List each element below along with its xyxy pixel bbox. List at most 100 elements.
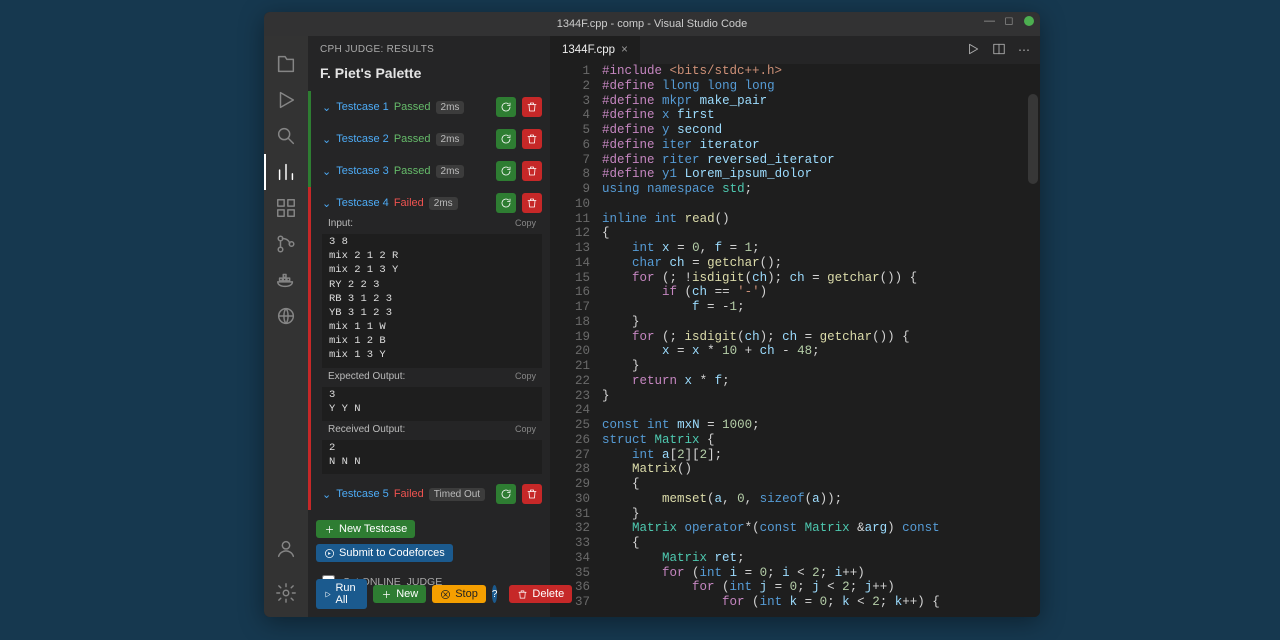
copy-input-button[interactable]: Copy <box>515 218 536 229</box>
received-body[interactable]: 2 N N N <box>323 441 541 473</box>
copy-received-button[interactable]: Copy <box>515 424 536 435</box>
delete-testcase-button[interactable] <box>522 97 542 117</box>
code-content[interactable]: #define riter reversed_iterator <box>602 153 1040 168</box>
editor-scrollbar[interactable] <box>1028 94 1038 184</box>
delete-testcase-button[interactable] <box>522 129 542 149</box>
code-content[interactable]: for (; !isdigit(ch); ch = getchar()) { <box>602 271 1040 286</box>
code-content[interactable]: const int mxN = 1000; <box>602 418 1040 433</box>
copy-expected-button[interactable]: Copy <box>515 371 536 382</box>
cph-judge-icon[interactable] <box>264 154 308 190</box>
code-content[interactable]: if (ch == '-') <box>602 285 1040 300</box>
code-content[interactable]: for (int i = 0; i < 2; i++) <box>602 566 1040 581</box>
close-icon[interactable] <box>1024 16 1034 26</box>
source-control-icon[interactable] <box>264 226 308 262</box>
testcase-label[interactable]: Testcase 3 <box>336 165 389 177</box>
accounts-icon[interactable] <box>264 531 308 567</box>
rerun-testcase-button[interactable] <box>496 161 516 181</box>
code-content[interactable]: inline int read() <box>602 212 1040 227</box>
code-editor[interactable]: 1#include <bits/stdc++.h>2#define llong … <box>550 64 1040 617</box>
code-content[interactable]: char ch = getchar(); <box>602 256 1040 271</box>
delete-testcase-button[interactable] <box>522 484 542 504</box>
code-content[interactable]: struct Matrix { <box>602 433 1040 448</box>
code-content[interactable]: #define x first <box>602 108 1040 123</box>
code-content[interactable]: for (int j = 0; j < 2; j++) <box>602 580 1040 595</box>
code-content[interactable]: return x * f; <box>602 374 1040 389</box>
maximize-icon[interactable]: ◻ <box>1004 16 1014 26</box>
code-content[interactable]: int a[2][2]; <box>602 448 1040 463</box>
delete-testcase-button[interactable] <box>522 161 542 181</box>
line-number: 34 <box>550 551 602 566</box>
testcase-label[interactable]: Testcase 1 <box>336 101 389 113</box>
code-content[interactable]: #define iter iterator <box>602 138 1040 153</box>
code-content[interactable]: { <box>602 477 1040 492</box>
new-button[interactable]: New <box>373 585 426 603</box>
code-line: 37 for (int k = 0; k < 2; k++) { <box>550 595 1040 610</box>
rerun-testcase-button[interactable] <box>496 97 516 117</box>
testcase-timing: 2ms <box>436 101 465 114</box>
more-actions-icon[interactable]: ⋯ <box>1018 43 1030 57</box>
docker-icon[interactable] <box>264 262 308 298</box>
code-content[interactable]: } <box>602 389 1040 404</box>
extensions-icon[interactable] <box>264 190 308 226</box>
code-content[interactable]: f = -1; <box>602 300 1040 315</box>
rerun-testcase-button[interactable] <box>496 129 516 149</box>
code-content[interactable]: Matrix() <box>602 462 1040 477</box>
run-code-icon[interactable] <box>966 42 980 59</box>
chevron-down-icon[interactable]: ⌄ <box>322 133 331 146</box>
code-line: 6#define iter iterator <box>550 138 1040 153</box>
code-line: 11inline int read() <box>550 212 1040 227</box>
code-content[interactable]: int x = 0, f = 1; <box>602 241 1040 256</box>
tab-1344f[interactable]: 1344F.cpp × <box>550 36 641 64</box>
run-icon[interactable] <box>264 82 308 118</box>
chevron-down-icon[interactable]: ⌄ <box>322 101 331 114</box>
chevron-down-icon[interactable]: ⌄ <box>322 165 331 178</box>
expected-body[interactable]: 3 Y Y N <box>323 388 541 420</box>
code-content[interactable] <box>602 197 1040 212</box>
code-content[interactable]: using namespace std; <box>602 182 1040 197</box>
split-editor-icon[interactable] <box>992 42 1006 59</box>
code-content[interactable]: { <box>602 536 1040 551</box>
code-content[interactable]: } <box>602 359 1040 374</box>
testcase-label[interactable]: Testcase 4 <box>336 197 389 209</box>
chevron-down-icon[interactable]: ⌄ <box>322 488 331 501</box>
run-all-button[interactable]: Run All <box>316 579 367 609</box>
code-content[interactable]: for (; isdigit(ch); ch = getchar()) { <box>602 330 1040 345</box>
submit-codeforces-button[interactable]: Submit to Codeforces <box>316 544 453 562</box>
code-content[interactable]: } <box>602 507 1040 522</box>
stop-button[interactable]: Stop <box>432 585 486 603</box>
new-testcase-button[interactable]: New Testcase <box>316 520 415 538</box>
help-button[interactable]: ? <box>492 585 498 603</box>
delete-testcase-button[interactable] <box>522 193 542 213</box>
input-body[interactable]: 3 8 mix 2 1 2 R mix 2 1 3 Y RY 2 2 3 RB … <box>323 235 541 367</box>
code-content[interactable]: #define y second <box>602 123 1040 138</box>
explorer-icon[interactable] <box>264 46 308 82</box>
code-content[interactable]: Matrix ret; <box>602 551 1040 566</box>
code-content[interactable]: Matrix operator*(const Matrix &arg) cons… <box>602 521 1040 536</box>
code-content[interactable]: memset(a, 0, sizeof(a)); <box>602 492 1040 507</box>
settings-gear-icon[interactable] <box>264 575 308 611</box>
minimize-icon[interactable]: — <box>984 16 994 26</box>
tab-close-icon[interactable]: × <box>621 44 628 56</box>
code-content[interactable]: #define y1 Lorem_ipsum_dolor <box>602 167 1040 182</box>
cph-panel: CPH JUDGE: RESULTS F. Piet's Palette ⌄ T… <box>308 36 550 617</box>
search-icon[interactable] <box>264 118 308 154</box>
line-number: 12 <box>550 226 602 241</box>
line-number: 19 <box>550 330 602 345</box>
code-content[interactable] <box>602 403 1040 418</box>
code-content[interactable]: { <box>602 226 1040 241</box>
code-content[interactable]: #define llong long long <box>602 79 1040 94</box>
code-content[interactable]: #define mkpr make_pair <box>602 94 1040 109</box>
rerun-testcase-button[interactable] <box>496 193 516 213</box>
chevron-down-icon[interactable]: ⌄ <box>322 197 331 210</box>
remote-icon[interactable] <box>264 298 308 334</box>
testcase-label[interactable]: Testcase 5 <box>336 488 389 500</box>
code-content[interactable]: } <box>602 315 1040 330</box>
code-content[interactable]: for (int k = 0; k < 2; k++) { <box>602 595 1040 610</box>
code-content[interactable]: #include <bits/stdc++.h> <box>602 64 1040 79</box>
panel-bottom-bar: Run All New Stop ? Delete <box>308 571 550 617</box>
window-controls: — ◻ <box>984 16 1034 26</box>
code-content[interactable]: x = x * 10 + ch - 48; <box>602 344 1040 359</box>
testcase-label[interactable]: Testcase 2 <box>336 133 389 145</box>
rerun-testcase-button[interactable] <box>496 484 516 504</box>
line-number: 37 <box>550 595 602 610</box>
